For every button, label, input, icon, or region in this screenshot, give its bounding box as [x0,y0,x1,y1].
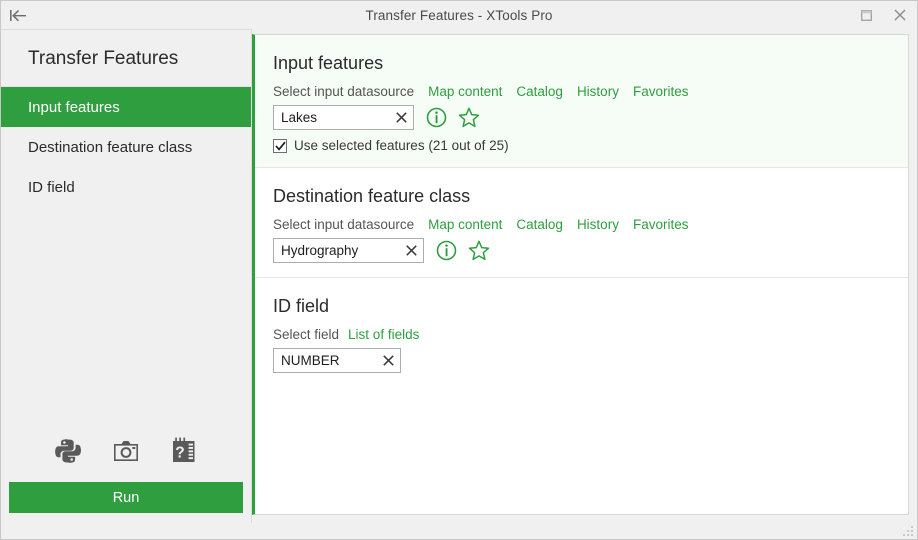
select-input-datasource-label: Select input datasource [273,217,415,232]
section-label-row: Select field List of fields [273,327,908,342]
list-of-fields-link[interactable]: List of fields [348,327,419,342]
status-bar [1,523,917,539]
camera-icon [112,438,140,464]
sidebar-item-label: Input features [28,98,120,116]
section-destination-feature-class: Destination feature class Select input d… [255,168,908,278]
destination-datasource-field[interactable]: Hydrography [273,238,424,263]
history-link[interactable]: History [577,217,619,232]
sidebar-item-destination-feature-class[interactable]: Destination feature class [1,127,251,167]
clear-icon[interactable] [380,353,396,369]
transfer-features-window: Transfer Features - XTools Pro Transfer … [0,0,918,540]
use-selected-features-row[interactable]: Use selected features (21 out of 25) [273,138,908,153]
close-window-icon [894,9,906,21]
clear-icon[interactable] [403,243,419,259]
section-id-field: ID field Select field List of fields NUM… [255,278,908,387]
window-title: Transfer Features - XTools Pro [365,7,553,23]
restore-window-icon [860,9,872,21]
favorites-link[interactable]: Favorites [633,217,689,232]
section-input-row: NUMBER [273,348,908,373]
clear-icon[interactable] [393,110,409,126]
star-icon [468,240,490,261]
section-title: Input features [273,53,384,73]
main-panel: Input features Select input datasource M… [252,34,909,515]
map-content-link[interactable]: Map content [428,84,502,99]
run-button[interactable]: Run [9,482,243,513]
help-button[interactable]: ? [167,434,201,468]
favorites-link[interactable]: Favorites [633,84,689,99]
id-field-value: NUMBER [281,353,340,368]
main-content-area: Input features Select input datasource M… [252,29,917,523]
input-favorite-button[interactable] [458,107,480,129]
section-label-row: Select input datasource Map content Cata… [273,84,908,99]
history-link[interactable]: History [577,84,619,99]
camera-button[interactable] [109,434,143,468]
sidebar-item-input-features[interactable]: Input features [1,87,251,127]
back-to-start-icon [9,9,27,22]
svg-text:?: ? [175,444,184,461]
id-field-input[interactable]: NUMBER [273,348,401,373]
sidebar-item-id-field[interactable]: ID field [1,167,251,207]
window-body: Transfer Features Input features Destina… [1,29,917,523]
use-selected-features-checkbox[interactable] [273,138,287,153]
sidebar-title: Transfer Features [1,30,251,87]
map-content-link[interactable]: Map content [428,217,502,232]
section-title: Destination feature class [273,186,471,206]
section-input-features: Input features Select input datasource M… [255,35,908,168]
back-to-start-button[interactable] [1,2,35,29]
catalog-link[interactable]: Catalog [516,84,563,99]
section-input-row: Hydrography [273,238,908,263]
python-icon [54,437,82,465]
info-icon [436,240,457,261]
help-icon: ? [171,437,197,465]
restore-window-button[interactable] [849,2,883,29]
info-icon [426,107,447,128]
close-window-button[interactable] [883,2,917,29]
resize-grip[interactable] [902,525,915,538]
section-input-row: Lakes [273,105,908,130]
destination-info-button[interactable] [435,240,457,262]
select-field-label: Select field [273,327,340,342]
sidebar-item-label: Destination feature class [28,138,193,156]
use-selected-features-label: Use selected features (21 out of 25) [294,138,509,153]
input-datasource-value: Lakes [281,110,318,125]
input-datasource-field[interactable]: Lakes [273,105,414,130]
sidebar-nav: Input features Destination feature class… [1,87,251,207]
sidebar: Transfer Features Input features Destina… [1,29,252,523]
sidebar-item-label: ID field [28,178,75,196]
section-title: ID field [273,296,330,316]
star-icon [458,107,480,128]
run-button-container: Run [1,482,251,523]
window-controls [849,1,917,29]
catalog-link[interactable]: Catalog [516,217,563,232]
input-info-button[interactable] [425,107,447,129]
title-bar: Transfer Features - XTools Pro [1,1,917,29]
sidebar-tool-icons: ? [1,434,251,482]
destination-favorite-button[interactable] [468,240,490,262]
python-button[interactable] [51,434,85,468]
section-label-row: Select input datasource Map content Cata… [273,217,908,232]
select-input-datasource-label: Select input datasource [273,84,415,99]
destination-datasource-value: Hydrography [281,243,359,258]
